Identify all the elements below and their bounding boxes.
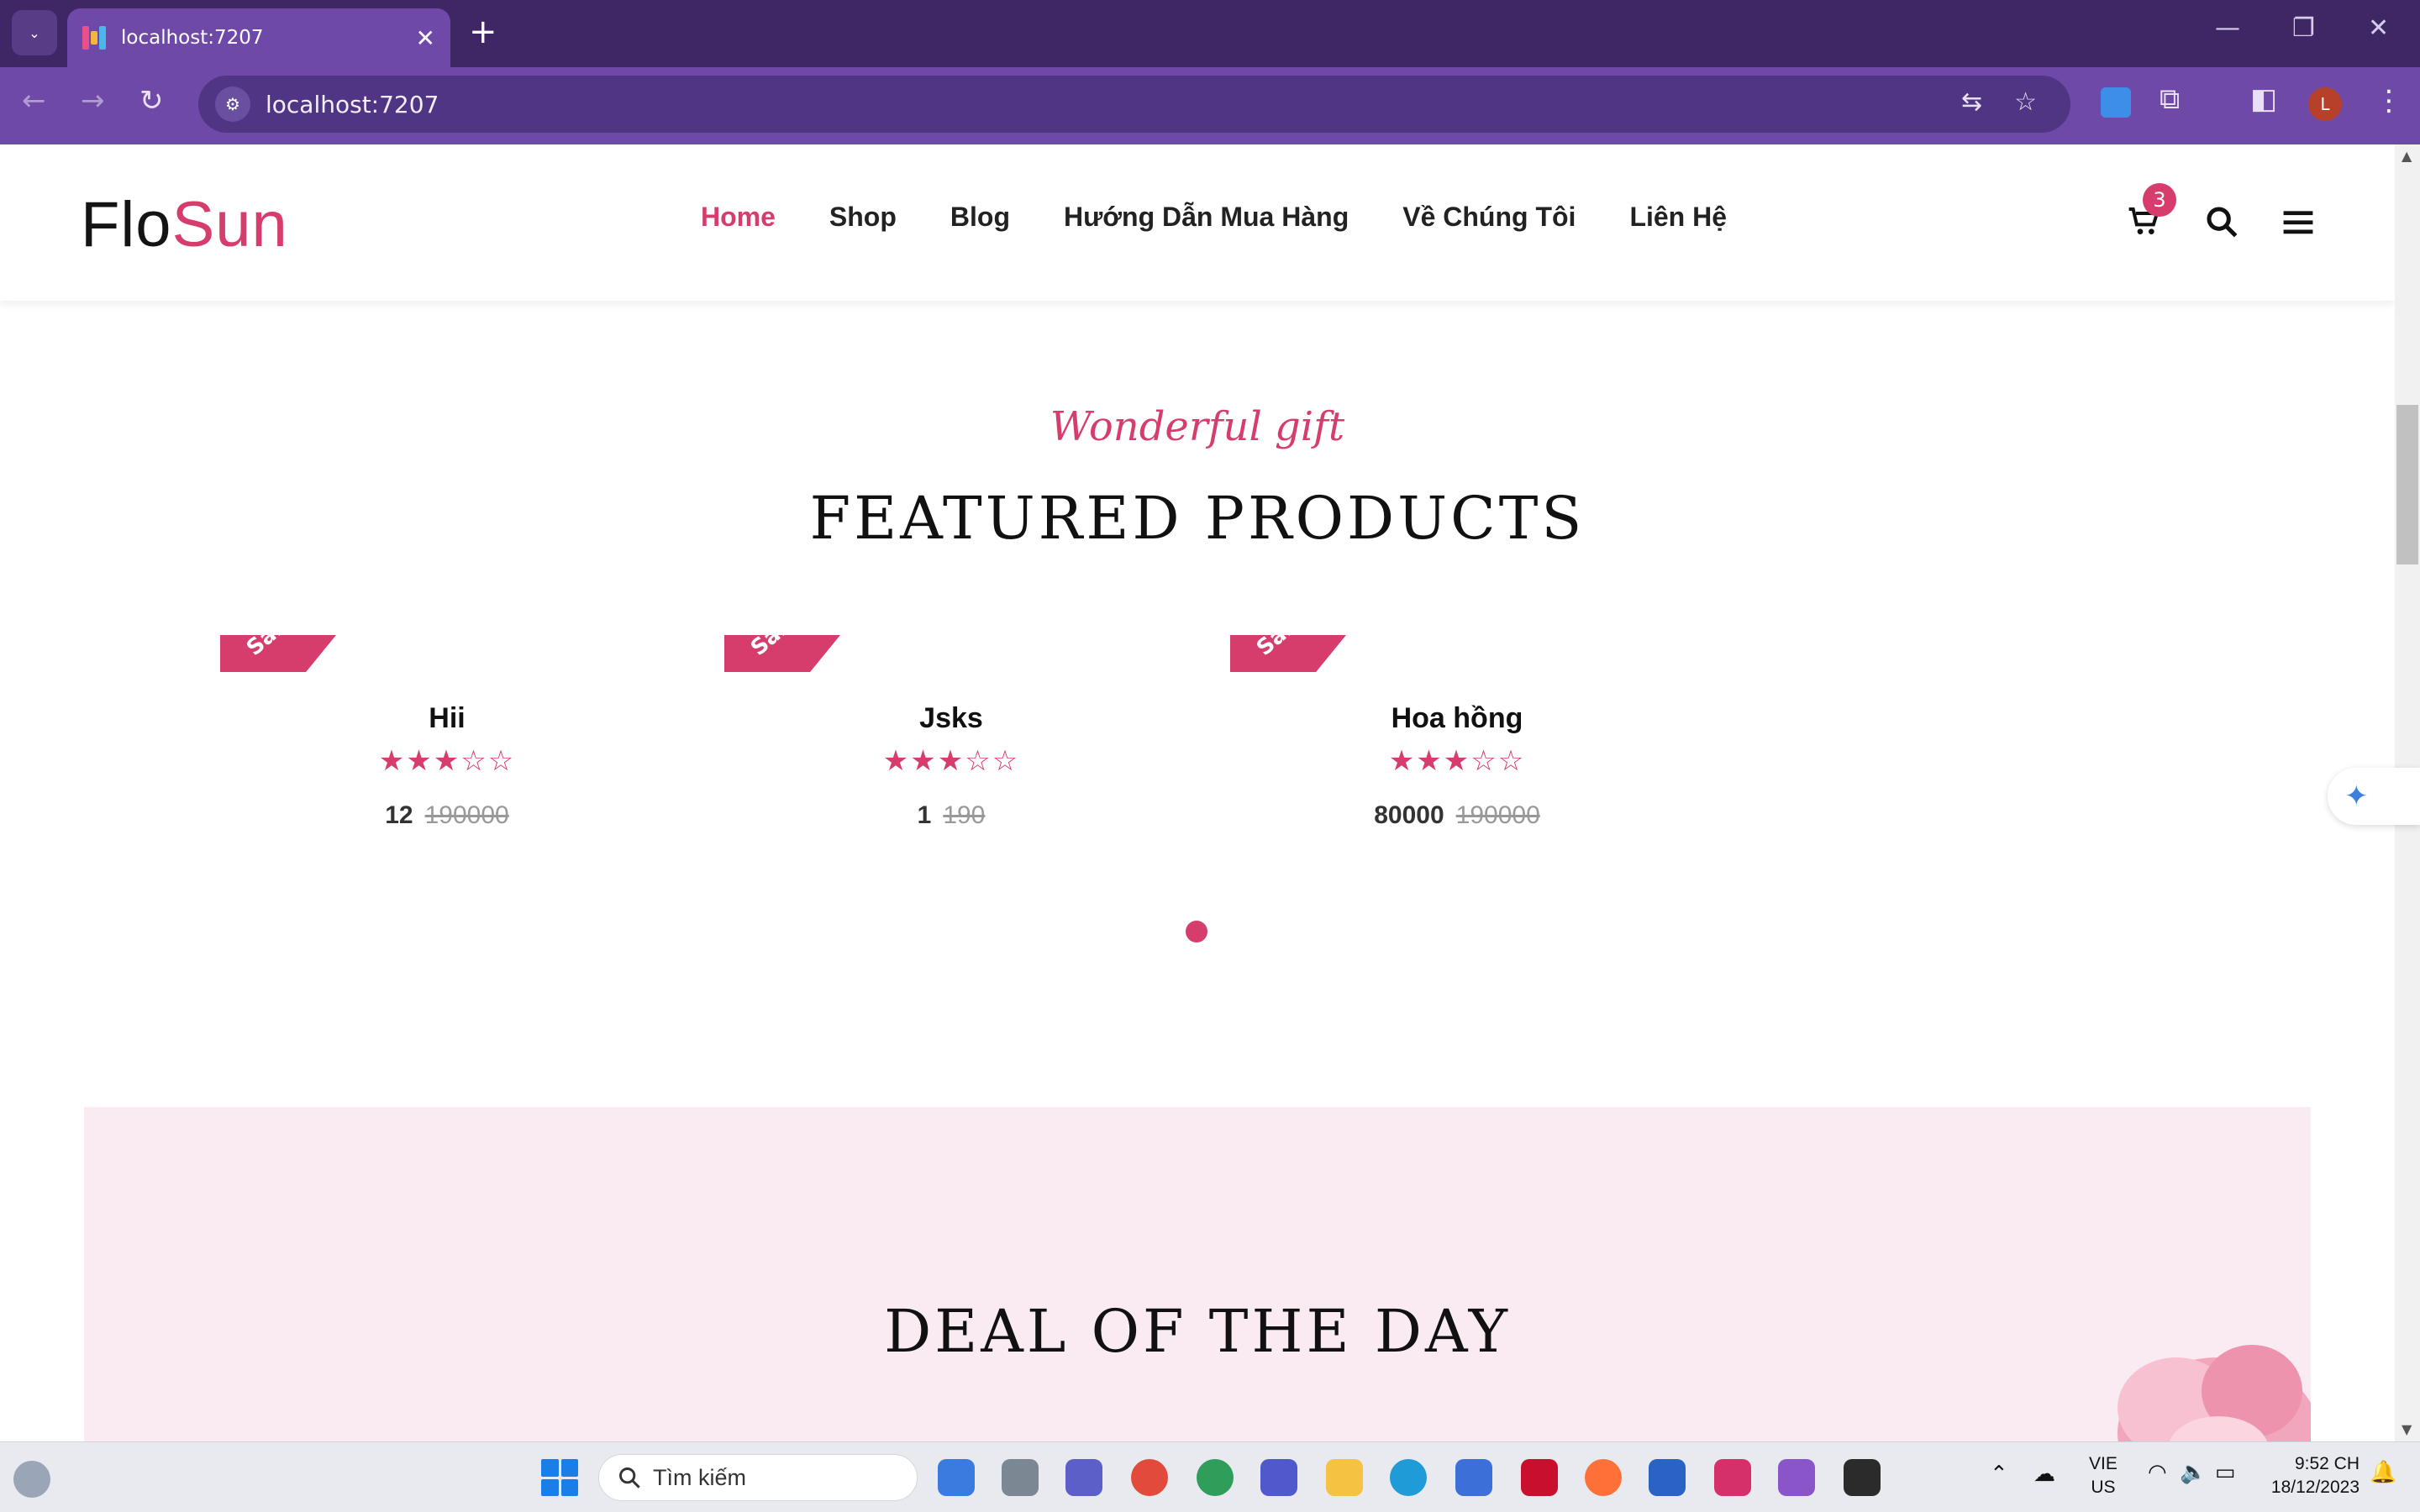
site-logo[interactable]: FloSun: [81, 188, 288, 261]
tab-search-button[interactable]: ⌄: [12, 10, 57, 55]
product-price: 12 190000: [385, 801, 509, 829]
edge-app-icon[interactable]: [1390, 1459, 1427, 1496]
url-text[interactable]: localhost:7207: [266, 91, 439, 118]
product-price: 1 190: [917, 801, 986, 829]
translate-icon[interactable]: ⇆: [1961, 87, 1982, 117]
taskbar-search[interactable]: Tìm kiếm: [598, 1454, 918, 1501]
notification-bell-icon[interactable]: 🔔: [2370, 1459, 2396, 1485]
search-icon[interactable]: [2205, 205, 2238, 239]
chat-app-icon[interactable]: [1065, 1459, 1102, 1496]
browser-titlebar: ⌄ localhost:7207 ✕ + — ❐ ✕: [0, 0, 2420, 67]
product-name[interactable]: Hoa hồng: [1230, 702, 1684, 735]
site-header: FloSun Home Shop Blog Hướng Dẫn Mua Hàng…: [0, 144, 2395, 301]
product-card[interactable]: Sale! Jsks ★★★☆☆ 1190: [724, 635, 1178, 853]
firefox-app-icon[interactable]: [1585, 1459, 1622, 1496]
product-card[interactable]: Sale! Hii ★★★☆☆ 12190000: [220, 635, 674, 853]
scroll-up-arrow-icon[interactable]: ▲: [2402, 148, 2412, 164]
side-panel-icon[interactable]: ◧: [2250, 82, 2277, 116]
cloud-icon[interactable]: ☁: [2033, 1461, 2055, 1487]
flower-image: [2118, 1345, 2311, 1441]
reload-icon[interactable]: ↻: [139, 84, 164, 118]
bookmark-star-icon[interactable]: ☆: [2014, 87, 2037, 117]
section-title: FEATURED PRODUCTS: [809, 484, 1586, 553]
nav-home[interactable]: Home: [701, 202, 776, 233]
product-name[interactable]: Jsks: [724, 702, 1178, 735]
profile-avatar[interactable]: L: [2308, 87, 2342, 121]
chevron-up-icon[interactable]: ⌃: [1990, 1461, 2008, 1487]
nav-about[interactable]: Về Chúng Tôi: [1402, 202, 1576, 233]
mcafee-app-icon[interactable]: [1521, 1459, 1558, 1496]
chrome-app-icon[interactable]: [1197, 1459, 1234, 1496]
start-windows-icon[interactable]: [541, 1459, 578, 1496]
store-app-icon[interactable]: [1455, 1459, 1492, 1496]
windows-taskbar: Tìm kiếm ⌃ ☁ VIE US ◠ 🔈 ▭ 9:52 CH 18/12/…: [0, 1441, 2420, 1512]
chevron-down-icon: ⌄: [29, 24, 40, 41]
minimize-icon[interactable]: —: [2215, 13, 2240, 43]
tab-title: localhost:7207: [121, 27, 264, 49]
scroll-down-arrow-icon[interactable]: ▼: [2402, 1421, 2412, 1437]
scrollbar-thumb[interactable]: [2396, 405, 2418, 564]
hamburger-menu-icon[interactable]: [2282, 205, 2314, 239]
extensions-puzzle-icon[interactable]: ⧉: [2160, 82, 2180, 116]
rating-stars: ★★★☆☆: [1388, 744, 1526, 778]
app-icon[interactable]: [1714, 1459, 1751, 1496]
nav-buying-guide[interactable]: Hướng Dẫn Mua Hàng: [1064, 202, 1349, 233]
volume-icon[interactable]: 🔈: [2180, 1459, 2207, 1485]
battery-icon[interactable]: ▭: [2215, 1459, 2236, 1485]
address-bar[interactable]: ⚙ localhost:7207 ⇆ ☆: [198, 76, 2070, 133]
product-price: 80000 190000: [1374, 801, 1540, 829]
section-subtitle: Wonderful gift: [1050, 403, 1345, 450]
weather-icon[interactable]: [13, 1461, 50, 1498]
site-info-icon[interactable]: ⚙: [215, 87, 250, 122]
nav-contact[interactable]: Liên Hệ: [1629, 202, 1727, 233]
ai-assistant-drop-icon[interactable]: ✦: [2328, 768, 2420, 825]
search-icon: [619, 1467, 640, 1488]
nav-shop[interactable]: Shop: [829, 202, 897, 233]
back-arrow-icon[interactable]: ←: [22, 84, 46, 118]
site-favicon-icon: [82, 26, 106, 50]
deal-section: DEAL OF THE DAY: [84, 1107, 2311, 1441]
cart-count-badge: 3: [2143, 183, 2176, 217]
forward-arrow-icon[interactable]: →: [81, 84, 105, 118]
task-view-icon[interactable]: [1002, 1459, 1039, 1496]
copilot-app-icon[interactable]: [938, 1459, 975, 1496]
app-icon[interactable]: [1649, 1459, 1686, 1496]
file-explorer-icon[interactable]: [1326, 1459, 1363, 1496]
new-tab-button[interactable]: +: [469, 15, 497, 49]
teams-app-icon[interactable]: [1260, 1459, 1297, 1496]
chrome-app-icon[interactable]: [1131, 1459, 1168, 1496]
rating-stars: ★★★☆☆: [378, 744, 516, 778]
browser-tab[interactable]: localhost:7207 ✕: [67, 8, 450, 67]
restore-icon[interactable]: ❐: [2292, 13, 2315, 43]
language-indicator[interactable]: VIE US: [2089, 1452, 2118, 1499]
browser-menu-icon[interactable]: ⋮: [2375, 84, 2403, 118]
terminal-app-icon[interactable]: [1844, 1459, 1881, 1496]
deal-title: DEAL OF THE DAY: [884, 1297, 1511, 1366]
extension-drop-icon[interactable]: [2101, 87, 2131, 118]
visual-studio-icon[interactable]: [1778, 1459, 1815, 1496]
carousel-dot[interactable]: [1186, 921, 1207, 942]
close-tab-icon[interactable]: ✕: [416, 24, 435, 52]
product-card[interactable]: Sale! Hoa hồng ★★★☆☆ 80000190000: [1230, 635, 1684, 853]
close-window-icon[interactable]: ✕: [2368, 13, 2389, 43]
main-nav: Home Shop Blog Hướng Dẫn Mua Hàng Về Chú…: [701, 202, 1727, 233]
rating-stars: ★★★☆☆: [882, 744, 1020, 778]
sale-badge: Sale!: [1230, 635, 1346, 672]
clock[interactable]: 9:52 CH 18/12/2023: [2262, 1452, 2360, 1499]
wifi-icon[interactable]: ◠: [2148, 1459, 2167, 1485]
sale-badge: Sale!: [220, 635, 336, 672]
sale-badge: Sale!: [724, 635, 840, 672]
product-name[interactable]: Hii: [220, 702, 674, 735]
nav-blog[interactable]: Blog: [950, 202, 1010, 233]
